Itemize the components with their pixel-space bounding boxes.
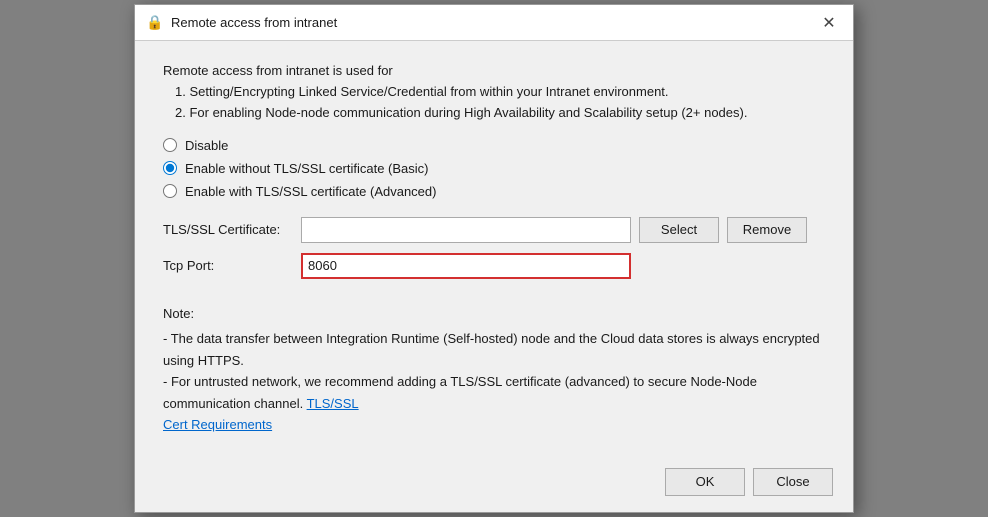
cert-input[interactable] <box>301 217 631 243</box>
remote-access-dialog: 🔒 Remote access from intranet ✕ Remote a… <box>134 4 854 512</box>
close-icon-button[interactable]: ✕ <box>817 11 841 35</box>
radio-disable-label: Disable <box>185 138 228 153</box>
note-line2-prefix: - For untrusted network, we recommend ad… <box>163 374 757 410</box>
radio-enable-advanced[interactable]: Enable with TLS/SSL certificate (Advance… <box>163 184 825 199</box>
port-input[interactable] <box>301 253 631 279</box>
radio-group: Disable Enable without TLS/SSL certifica… <box>163 138 825 199</box>
title-bar-left: 🔒 Remote access from intranet <box>147 15 337 31</box>
description-intro: Remote access from intranet is used for <box>163 61 825 82</box>
port-label: Tcp Port: <box>163 258 293 273</box>
radio-enable-basic-input[interactable] <box>163 161 177 175</box>
dialog-title: Remote access from intranet <box>171 15 337 30</box>
radio-enable-advanced-label: Enable with TLS/SSL certificate (Advance… <box>185 184 436 199</box>
dialog-icon: 🔒 <box>147 15 163 31</box>
port-row: Tcp Port: <box>163 253 825 279</box>
remove-button[interactable]: Remove <box>727 217 807 243</box>
radio-disable-input[interactable] <box>163 138 177 152</box>
note-title: Note: <box>163 303 825 324</box>
dialog-footer: OK Close <box>135 456 853 512</box>
radio-enable-basic-label: Enable without TLS/SSL certificate (Basi… <box>185 161 429 176</box>
description-section: Remote access from intranet is used for … <box>163 61 825 123</box>
description-point1: 1. Setting/Encrypting Linked Service/Cre… <box>163 82 825 103</box>
note-line1: - The data transfer between Integration … <box>163 328 825 371</box>
cert-requirements-link[interactable]: Cert Requirements <box>163 417 272 432</box>
select-button[interactable]: Select <box>639 217 719 243</box>
cert-row: TLS/SSL Certificate: Select Remove <box>163 217 825 243</box>
radio-enable-advanced-input[interactable] <box>163 184 177 198</box>
radio-enable-basic[interactable]: Enable without TLS/SSL certificate (Basi… <box>163 161 825 176</box>
description-point2: 2. For enabling Node-node communication … <box>163 103 825 124</box>
note-line2: - For untrusted network, we recommend ad… <box>163 371 825 414</box>
note-line3: Cert Requirements <box>163 414 825 435</box>
dialog-body: Remote access from intranet is used for … <box>135 41 853 455</box>
tls-ssl-link[interactable]: TLS/SSL <box>307 396 359 411</box>
close-button[interactable]: Close <box>753 468 833 496</box>
title-bar: 🔒 Remote access from intranet ✕ <box>135 5 853 41</box>
ok-button[interactable]: OK <box>665 468 745 496</box>
radio-disable[interactable]: Disable <box>163 138 825 153</box>
cert-label: TLS/SSL Certificate: <box>163 222 293 237</box>
note-section: Note: - The data transfer between Integr… <box>163 303 825 436</box>
